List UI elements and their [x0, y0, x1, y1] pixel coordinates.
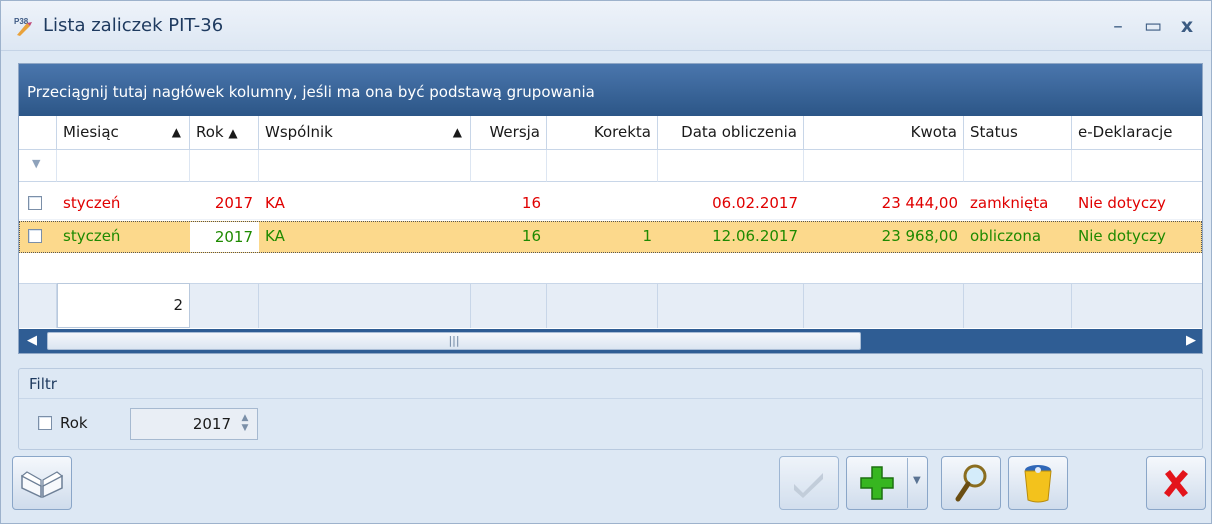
scroll-right-icon[interactable]: ▶ — [1186, 333, 1196, 348]
cell-edeklaracje: Nie dotyczy — [1078, 194, 1166, 212]
summary-cell — [19, 283, 57, 328]
summary-cell — [259, 283, 471, 328]
column-header-wspolnik[interactable]: Wspólnik ▲ — [259, 116, 471, 150]
filter-row-cell[interactable] — [471, 150, 547, 182]
column-header-rok[interactable]: Rok ▲ — [190, 116, 259, 150]
cell-wspolnik: KA — [265, 194, 285, 212]
dropdown-arrow-icon[interactable]: ▼ — [913, 475, 921, 486]
title-bar: P38 Lista zaliczek PIT-36 – ▭ x — [1, 1, 1211, 51]
filter-row-cell[interactable] — [190, 150, 259, 182]
column-header-kwota[interactable]: Kwota — [804, 116, 964, 150]
cell-korekta: 1 — [642, 227, 652, 245]
filter-panel: Filtr Rok 2017 ▲ ▼ — [18, 368, 1203, 450]
sort-asc-icon: ▲ — [171, 125, 181, 139]
column-header-edeklaracje[interactable]: e-Deklaracje — [1072, 116, 1202, 150]
row-checkbox[interactable] — [28, 229, 42, 243]
summary-cell — [1072, 283, 1202, 328]
app-icon: P38 — [14, 17, 32, 36]
summary-cell — [547, 283, 658, 328]
cell-wspolnik: KA — [265, 227, 285, 245]
filter-row-cell[interactable] — [658, 150, 804, 182]
cell-edeklaracje: Nie dotyczy — [1078, 227, 1166, 245]
window-title: Lista zaliczek PIT-36 — [43, 15, 224, 36]
summary-cell — [804, 283, 964, 328]
summary-cell — [964, 283, 1072, 328]
cell-rok: 2017 — [214, 194, 253, 212]
column-label: Miesiąc — [63, 123, 119, 141]
cell-wersja: 16 — [521, 194, 541, 212]
rok-filter-label: Rok — [60, 414, 88, 432]
cell-status: zamknięta — [970, 194, 1049, 212]
preview-button[interactable] — [941, 456, 1001, 510]
column-header-miesiac[interactable]: Miesiąc ▲ — [57, 116, 190, 150]
column-label: Wspólnik — [265, 123, 333, 141]
filter-row-cell[interactable] — [259, 150, 471, 182]
cell-status: obliczona — [970, 227, 1042, 245]
close-window-icon[interactable]: x — [1173, 13, 1201, 39]
filter-icon: ▼ — [32, 157, 41, 170]
cell-data: 06.02.2017 — [712, 194, 798, 212]
spinner-arrows-icon[interactable]: ▲ ▼ — [239, 413, 251, 435]
summary-cell — [190, 283, 259, 328]
row-count: 2 — [57, 283, 190, 328]
cell-data: 12.06.2017 — [712, 227, 798, 245]
filter-row-cell[interactable] — [804, 150, 964, 182]
close-button[interactable] — [1146, 456, 1206, 510]
column-header-korekta[interactable]: Korekta — [547, 116, 658, 150]
cell-wersja: 16 — [521, 227, 541, 245]
plus-icon — [860, 466, 894, 500]
magnifier-icon — [955, 464, 987, 502]
delete-button[interactable] — [1008, 456, 1068, 510]
help-book-button[interactable] — [12, 456, 72, 510]
scrollbar-thumb[interactable]: ||| — [47, 332, 861, 350]
cell-rok[interactable]: 2017 — [190, 222, 259, 252]
filter-header: Filtr — [19, 369, 1202, 399]
row-checkbox[interactable] — [28, 196, 42, 210]
data-grid: Przeciągnij tutaj nagłówek kolumny, jeśl… — [18, 63, 1203, 354]
summary-cell — [471, 283, 547, 328]
window: P38 Lista zaliczek PIT-36 – ▭ x Przeciąg… — [0, 0, 1212, 524]
filter-row-cell[interactable] — [57, 150, 190, 182]
summary-cell — [658, 283, 804, 328]
cell-kwota: 23 444,00 — [881, 194, 958, 212]
filter-row-cell[interactable] — [964, 150, 1072, 182]
cell-miesiac: styczeń — [63, 227, 121, 245]
header-select[interactable] — [19, 116, 57, 150]
rok-filter-input[interactable]: 2017 ▲ ▼ — [130, 408, 258, 440]
rok-filter-checkbox[interactable] — [38, 416, 52, 430]
rok-filter-value: 2017 — [192, 415, 231, 433]
column-header-status[interactable]: Status — [964, 116, 1072, 150]
filter-row-cell[interactable] — [547, 150, 658, 182]
table-row-selected[interactable]: styczeń 2017 KA 16 1 12.06.2017 23 968,0… — [19, 221, 1202, 253]
sort-asc-icon: ▲ — [228, 126, 238, 140]
filter-row-cell[interactable]: ▼ — [19, 150, 57, 182]
cell-korekta — [547, 188, 658, 220]
cell-kwota: 23 968,00 — [881, 227, 958, 245]
approve-button[interactable] — [779, 456, 839, 510]
horizontal-scrollbar[interactable]: ◀ ||| ▶ — [19, 329, 1202, 353]
trash-bin-icon — [1024, 465, 1052, 503]
sort-asc-icon: ▲ — [452, 125, 462, 139]
group-by-panel[interactable]: Przeciągnij tutaj nagłówek kolumny, jeśl… — [19, 64, 1202, 116]
table-row[interactable]: styczeń 2017 KA 16 06.02.2017 23 444,00 … — [19, 188, 1202, 220]
column-header-data[interactable]: Data obliczenia — [658, 116, 804, 150]
cell-miesiac: styczeń — [63, 194, 121, 212]
book-icon — [20, 471, 64, 499]
minimize-icon[interactable]: – — [1104, 13, 1132, 39]
column-label: Rok — [196, 123, 224, 141]
checkmark-icon — [794, 473, 823, 498]
add-button[interactable]: ▼ — [846, 456, 928, 510]
red-x-icon — [1164, 470, 1188, 497]
maximize-icon[interactable]: ▭ — [1139, 13, 1167, 39]
scroll-left-icon[interactable]: ◀ — [27, 333, 37, 348]
filter-row-cell[interactable] — [1072, 150, 1202, 182]
column-header-wersja[interactable]: Wersja — [471, 116, 547, 150]
